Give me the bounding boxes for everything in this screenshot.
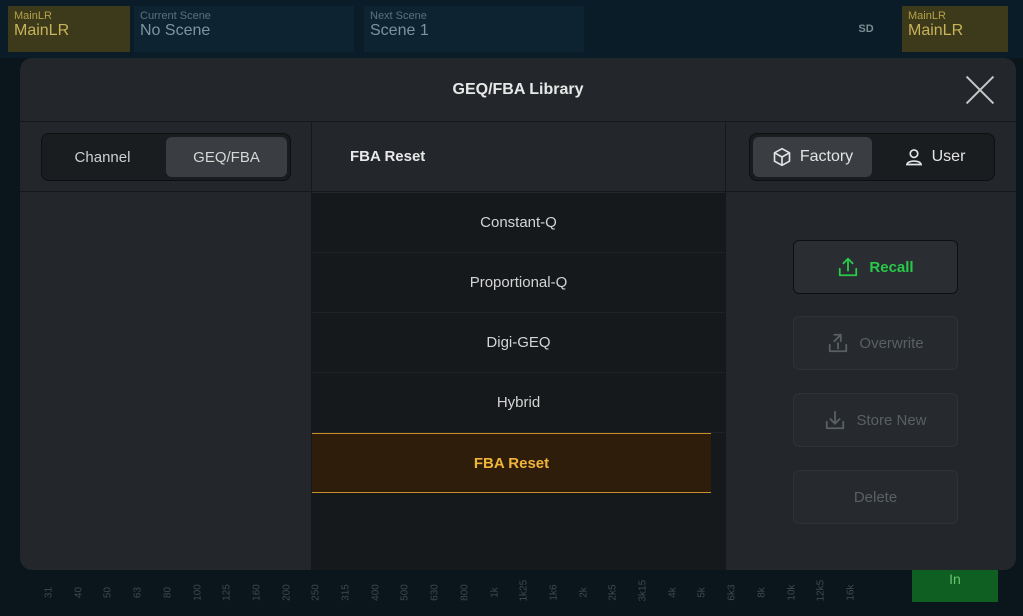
dialog-toolbar: Channel GEQ/FBA FBA Reset Factory User (20, 122, 1016, 192)
upload-icon (839, 257, 858, 277)
main-lr-left-small: MainLR (14, 10, 52, 22)
main-lr-right-small: MainLR (908, 10, 946, 22)
recall-button[interactable]: Recall (793, 240, 958, 294)
list-item[interactable]: Proportional-Q (312, 253, 725, 313)
user-icon (905, 149, 922, 166)
overwrite-icon (829, 333, 848, 353)
next-scene-value: Scene 1 (370, 22, 429, 39)
freq-label: 16k (845, 583, 857, 601)
freq-label: 8k (756, 586, 768, 598)
geq-fba-library-dialog: GEQ/FBA Library Channel GEQ/FBA FBA Rese… (20, 58, 1016, 570)
freq-label: 3k15 (637, 579, 649, 601)
main-lr-left-big: MainLR (14, 22, 70, 39)
delete-label: Delete (853, 488, 898, 506)
freq-label: 10k (786, 583, 798, 601)
list-item[interactable]: Constant-Q (312, 193, 725, 253)
next-scene-label: Next Scene (370, 10, 427, 22)
freq-label: 63 (132, 586, 144, 598)
freq-label: 2k (578, 586, 590, 598)
action-panel: Recall Overwrite Store New Delete (726, 193, 1016, 570)
store-new-label: Store New (856, 411, 927, 429)
main-lr-right-big: MainLR (908, 22, 964, 39)
tab-factory-label: Factory (799, 148, 854, 165)
freq-label: 2k5 (607, 583, 619, 601)
freq-label: 6k3 (726, 583, 738, 601)
library-tab-group: Factory User (749, 133, 995, 181)
recall-label: Recall (869, 258, 914, 276)
freq-label: 125 (221, 583, 233, 601)
tab-geq-fba[interactable]: GEQ/FBA (166, 137, 287, 177)
sd-card-icon: SD (858, 23, 874, 35)
list-item[interactable]: Hybrid (312, 373, 725, 433)
source-tab-group: Channel GEQ/FBA (41, 133, 291, 181)
freq-label: 31 (43, 586, 55, 598)
freq-label: 4k (667, 586, 679, 598)
list-item[interactable]: Digi-GEQ (312, 313, 725, 373)
next-scene-strip: Next Scene Scene 1 (364, 6, 584, 52)
main-lr-left-strip: MainLR MainLR (8, 6, 130, 52)
tab-user[interactable]: User (875, 134, 994, 180)
dialog-title: GEQ/FBA Library (452, 81, 584, 98)
freq-label: 5k (696, 586, 708, 598)
dialog-header: GEQ/FBA Library (20, 58, 1016, 122)
freq-label: 400 (370, 583, 382, 601)
delete-button[interactable]: Delete (793, 470, 958, 524)
overwrite-button[interactable]: Overwrite (793, 316, 958, 370)
freq-label: 160 (251, 583, 263, 601)
tab-channel[interactable]: Channel (42, 134, 163, 180)
geq-frequency-labels: 31 40 50 63 80 100 125 160 200 250 315 400 500 630 800… (40, 572, 860, 612)
freq-label: 250 (310, 583, 322, 601)
cube-icon (773, 147, 791, 167)
freq-label: 500 (399, 583, 411, 601)
freq-label: 630 (429, 583, 441, 601)
current-scene-label: Current Scene (140, 10, 211, 22)
freq-label: 1k25 (518, 579, 530, 601)
freq-label: 40 (73, 586, 85, 598)
background-top-bar: MainLR MainLR Current Scene No Scene Nex… (0, 0, 1023, 58)
freq-label: 80 (162, 586, 174, 598)
freq-label: 50 (102, 586, 114, 598)
close-icon[interactable] (964, 74, 996, 106)
current-preset-name: FBA Reset (350, 148, 426, 165)
freq-label: 12k5 (815, 579, 827, 601)
overwrite-label: Overwrite (859, 334, 924, 352)
preset-list: Constant-Q Proportional-Q Digi-GEQ Hybri… (312, 193, 725, 570)
freq-label: 100 (192, 583, 204, 601)
current-scene-strip: Current Scene No Scene (134, 6, 354, 52)
freq-label: 800 (459, 583, 471, 601)
store-new-button[interactable]: Store New (793, 393, 958, 447)
list-item-selected[interactable]: FBA Reset (312, 433, 711, 493)
download-icon (826, 410, 845, 430)
main-lr-right-strip: MainLR MainLR (902, 6, 1008, 52)
freq-label: 315 (340, 583, 352, 601)
freq-label: 1k6 (548, 583, 560, 601)
tab-factory[interactable]: Factory (753, 137, 872, 177)
current-scene-value: No Scene (140, 22, 211, 39)
freq-label: 1k (489, 586, 501, 598)
tab-user-label: User (931, 148, 966, 165)
freq-label: 200 (281, 583, 293, 601)
